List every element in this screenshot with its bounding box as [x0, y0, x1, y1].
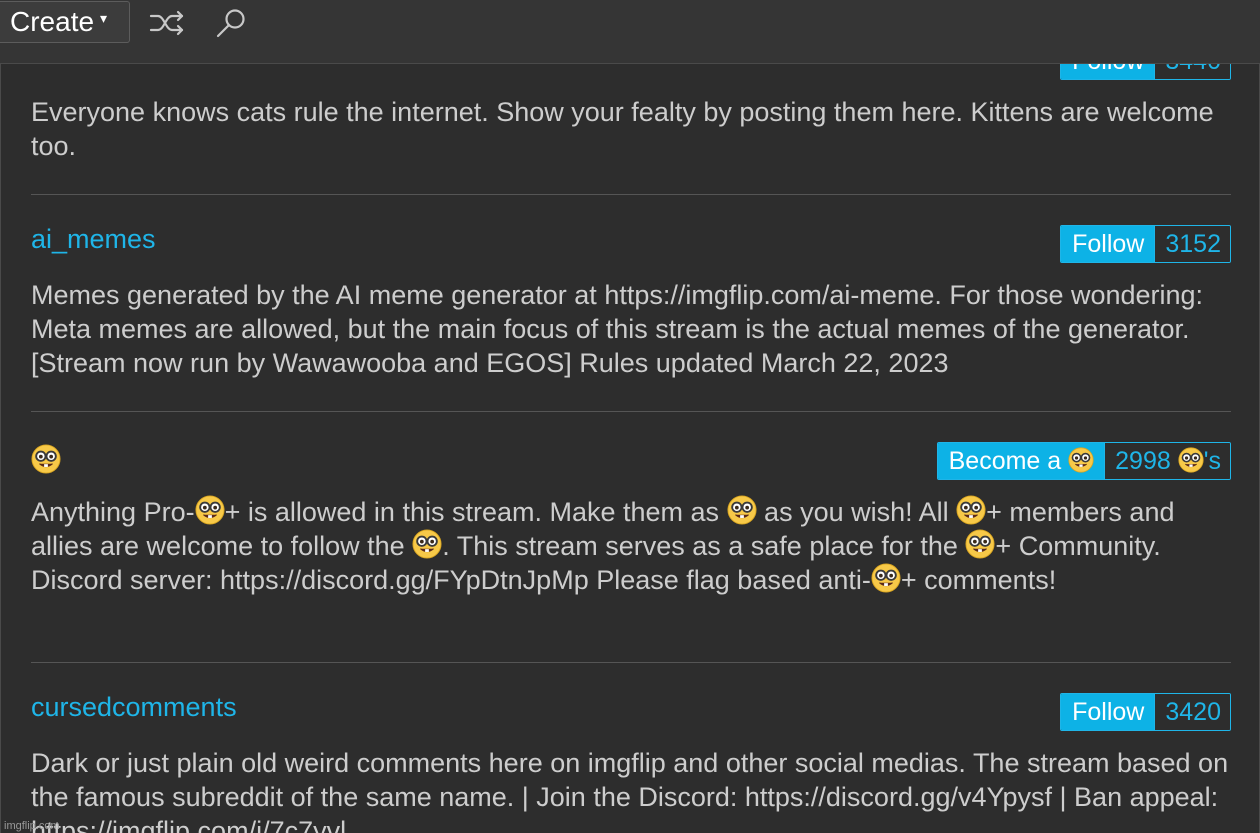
follow-group: Follow 3420 [1060, 693, 1231, 731]
desc-part: as you wish! All [756, 497, 957, 527]
create-button[interactable]: Create ▾ [0, 1, 130, 43]
nerd-face-icon [1178, 447, 1204, 475]
caret-down-icon: ▾ [100, 10, 108, 26]
follower-count: 3152 [1154, 226, 1230, 262]
count-suffix: 's [1203, 447, 1221, 475]
follow-button[interactable]: Follow [1061, 226, 1155, 262]
follower-count-value: 2998 [1115, 447, 1171, 475]
nerd-face-icon [195, 495, 225, 527]
stream-title-link[interactable]: ai_memes [31, 224, 156, 255]
nerd-face-icon [965, 529, 995, 561]
desc-part: Anything Pro- [31, 497, 195, 527]
follow-button[interactable]: Follow [1061, 694, 1155, 730]
divider [31, 662, 1231, 663]
nerd-face-icon [727, 495, 757, 527]
search-icon[interactable] [212, 6, 252, 40]
stream-description: Everyone knows cats rule the internet. S… [31, 97, 1214, 161]
nerd-face-icon [871, 563, 901, 595]
top-bar: Create ▾ [0, 0, 1260, 64]
stream-description: Anything Pro- + is allowed in this stream… [31, 495, 1231, 597]
desc-part: . This stream serves as a safe place for… [442, 531, 966, 561]
stream-description: Memes generated by the AI meme generator… [31, 280, 1204, 378]
create-label: Create [10, 6, 95, 37]
watermark: imgflip.com [4, 820, 60, 832]
follower-count: 3420 [1154, 694, 1230, 730]
follow-group: Follow 3152 [1060, 225, 1231, 263]
stream-list: cats Follow 3440 Everyone knows cats rul… [0, 38, 1260, 833]
follow-group: Become a 2998 's [936, 442, 1231, 480]
nerd-face-icon [1068, 447, 1094, 475]
divider [31, 411, 1231, 412]
desc-part: + is allowed in this stream. Make them a… [224, 497, 727, 527]
stream-description: Dark or just plain old weird comments he… [31, 748, 1229, 833]
nerd-face-icon [412, 529, 442, 561]
become-label: Become a [948, 447, 1062, 475]
become-button[interactable]: Become a [937, 443, 1105, 479]
divider [31, 194, 1231, 195]
shuffle-icon[interactable] [148, 6, 188, 40]
follower-count: 2998 's [1104, 443, 1230, 479]
desc-part: + comments! [900, 565, 1057, 595]
nerd-face-icon [956, 495, 986, 527]
stream-title-link[interactable] [31, 444, 61, 477]
stream-title-link[interactable]: cursedcomments [31, 692, 237, 723]
nerd-face-icon [31, 444, 61, 476]
